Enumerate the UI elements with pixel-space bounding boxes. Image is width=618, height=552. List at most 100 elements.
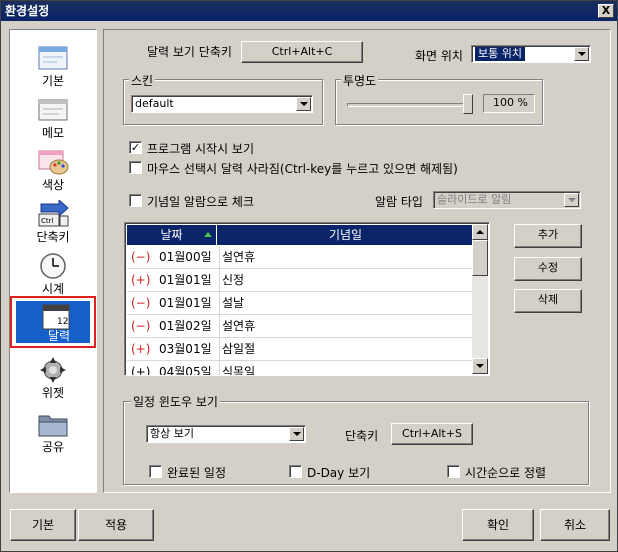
anniversary-alarm-checkbox[interactable] bbox=[129, 194, 142, 207]
sidebar-item-label: 위젯 bbox=[41, 386, 65, 400]
table-row[interactable]: (−) 01월00일 설연휴 bbox=[127, 246, 473, 269]
row-sign: (−) bbox=[131, 319, 151, 333]
window-title: 환경설정 bbox=[5, 4, 50, 18]
edit-button[interactable]: 수정 bbox=[514, 257, 582, 281]
row-sign: (+) bbox=[131, 365, 151, 376]
default-button[interactable]: 기본 bbox=[10, 509, 76, 541]
row-name: 삼일절 bbox=[219, 338, 469, 360]
dday-label: D-Day 보기 bbox=[307, 466, 371, 480]
window-icon bbox=[38, 46, 68, 70]
schedule-group-label: 일정 윈도우 보기 bbox=[131, 393, 220, 410]
sidebar-item-hotkey[interactable]: Ctrl 단축키 bbox=[10, 194, 96, 246]
column-header-date-text: 날짜 bbox=[160, 228, 183, 242]
row-name: 신정 bbox=[219, 269, 469, 291]
row-date: 03월01일 bbox=[159, 342, 212, 356]
table-row[interactable]: (+) 04월05일 식목일 bbox=[127, 361, 473, 376]
row-sign: (−) bbox=[131, 250, 151, 264]
delete-button[interactable]: 삭제 bbox=[514, 289, 582, 313]
screen-position-value: 보통 위치 bbox=[475, 47, 525, 61]
chevron-down-icon[interactable] bbox=[574, 47, 589, 61]
anniversary-alarm-label: 기념일 알람으로 체크 bbox=[147, 195, 254, 209]
row-name: 식목일 bbox=[219, 361, 469, 375]
sidebar-item-share[interactable]: 공유 bbox=[10, 404, 96, 456]
chevron-down-icon[interactable] bbox=[289, 427, 304, 441]
sidebar-item-label: 색상 bbox=[41, 178, 65, 192]
opacity-value: 100 % bbox=[483, 94, 535, 113]
row-sign: (+) bbox=[131, 342, 151, 356]
skin-group-label: 스킨 bbox=[129, 72, 156, 89]
sidebar-item-clock[interactable]: 시계 bbox=[10, 246, 96, 298]
schedule-mode-select[interactable]: 항상 보기 bbox=[146, 425, 306, 443]
opacity-group-label: 투명도 bbox=[341, 72, 379, 89]
close-button[interactable]: X bbox=[598, 4, 614, 18]
show-on-start-checkbox[interactable]: ✓ bbox=[129, 141, 142, 154]
dday-checkbox[interactable] bbox=[289, 465, 302, 478]
check-mark-icon: ✓ bbox=[130, 141, 141, 154]
skin-select[interactable]: default bbox=[131, 95, 313, 113]
table-scrollbar[interactable] bbox=[472, 224, 488, 374]
row-name: 설날 bbox=[219, 292, 469, 314]
sidebar-item-color[interactable]: 색상 bbox=[10, 142, 96, 194]
sort-asc-icon bbox=[204, 232, 212, 237]
schedule-hotkey-button[interactable]: Ctrl+Alt+S bbox=[391, 423, 473, 445]
memo-window-icon bbox=[38, 99, 68, 121]
sidebar-item-label: 기본 bbox=[41, 74, 65, 88]
table-row[interactable]: (−) 01월01일 설날 bbox=[127, 292, 473, 315]
add-button[interactable]: 추가 bbox=[514, 224, 582, 248]
schedule-hotkey-label: 단축키 bbox=[345, 429, 379, 443]
scroll-down-button[interactable] bbox=[472, 358, 488, 374]
sidebar-item-calendar[interactable]: 12 달력 bbox=[10, 296, 96, 348]
chevron-down-icon[interactable] bbox=[564, 193, 579, 207]
row-date: 01월00일 bbox=[159, 250, 212, 264]
hide-on-mouse-label: 마우스 선택시 달력 사라짐(Ctrl-key를 누르고 있으면 해제됨) bbox=[147, 162, 458, 176]
hide-on-mouse-checkbox[interactable] bbox=[129, 161, 142, 174]
skin-value: default bbox=[135, 97, 174, 110]
chevron-down-icon[interactable] bbox=[296, 97, 311, 111]
column-header-name[interactable]: 기념일 bbox=[218, 225, 473, 245]
scroll-thumb[interactable] bbox=[472, 240, 488, 276]
alarm-type-select[interactable]: 슬라이드로 알림 bbox=[433, 191, 581, 209]
opacity-slider-thumb[interactable] bbox=[463, 94, 473, 114]
title-bar[interactable]: 환경설정 X bbox=[1, 1, 617, 21]
schedule-mode-value: 항상 보기 bbox=[150, 427, 194, 440]
show-on-start-label: 프로그램 시작시 보기 bbox=[147, 142, 254, 156]
sidebar-item-label: 달력 bbox=[47, 329, 71, 343]
sidebar-item-label: 시계 bbox=[41, 282, 65, 296]
settings-window: 환경설정 X 기본 메모 색상 Ctrl 단축키 시계 12 달력 위젯 공유 … bbox=[0, 0, 618, 552]
folder-icon bbox=[38, 415, 68, 437]
table-header: 날짜 기념일 bbox=[127, 225, 473, 245]
table-row[interactable]: (+) 03월01일 삼일절 bbox=[127, 338, 473, 361]
row-date: 04월05일 bbox=[159, 365, 212, 376]
completed-schedule-checkbox[interactable] bbox=[149, 465, 162, 478]
calendar-hotkey-button[interactable]: Ctrl+Alt+C bbox=[241, 41, 363, 63]
apply-button[interactable]: 적용 bbox=[78, 509, 154, 541]
screen-position-label: 화면 위치 bbox=[415, 49, 463, 63]
sidebar-item-label: 단축키 bbox=[36, 230, 70, 244]
opacity-slider-track[interactable] bbox=[347, 103, 473, 107]
screen-position-select[interactable]: 보통 위치 bbox=[471, 45, 591, 63]
column-header-date[interactable]: 날짜 bbox=[127, 225, 217, 245]
cancel-button[interactable]: 취소 bbox=[540, 509, 610, 541]
sidebar-item-memo[interactable]: 메모 bbox=[10, 90, 96, 142]
sort-by-time-label: 시간순으로 정렬 bbox=[465, 466, 547, 480]
table-row[interactable]: (+) 01월01일 신정 bbox=[127, 269, 473, 292]
row-name: 설연휴 bbox=[219, 315, 469, 337]
clock-icon bbox=[40, 253, 66, 279]
sort-by-time-checkbox[interactable] bbox=[447, 465, 460, 478]
widget-icon bbox=[40, 357, 66, 383]
completed-schedule-label: 완료된 일정 bbox=[167, 466, 227, 480]
sidebar-item-label: 메모 bbox=[41, 126, 65, 140]
row-name: 설연휴 bbox=[219, 246, 469, 268]
sidebar-item-label: 공유 bbox=[41, 440, 65, 454]
row-date: 01월01일 bbox=[159, 296, 212, 310]
scroll-up-button[interactable] bbox=[472, 224, 488, 240]
ctrl-key-icon: Ctrl bbox=[38, 200, 69, 227]
sidebar-item-widget[interactable]: 위젯 bbox=[10, 350, 96, 402]
ok-button[interactable]: 확인 bbox=[462, 509, 534, 541]
sidebar-item-basic[interactable]: 기본 bbox=[10, 38, 96, 90]
table-row[interactable]: (−) 01월02일 설연휴 bbox=[127, 315, 473, 338]
anniversary-table: 날짜 기념일 (−) 01월00일 설연휴 (+) 01월01일 신정 (−) … bbox=[124, 222, 490, 376]
row-sign: (+) bbox=[131, 273, 151, 287]
calendar-hotkey-label: 달력 보기 단축키 bbox=[147, 45, 232, 59]
row-sign: (−) bbox=[131, 296, 151, 310]
